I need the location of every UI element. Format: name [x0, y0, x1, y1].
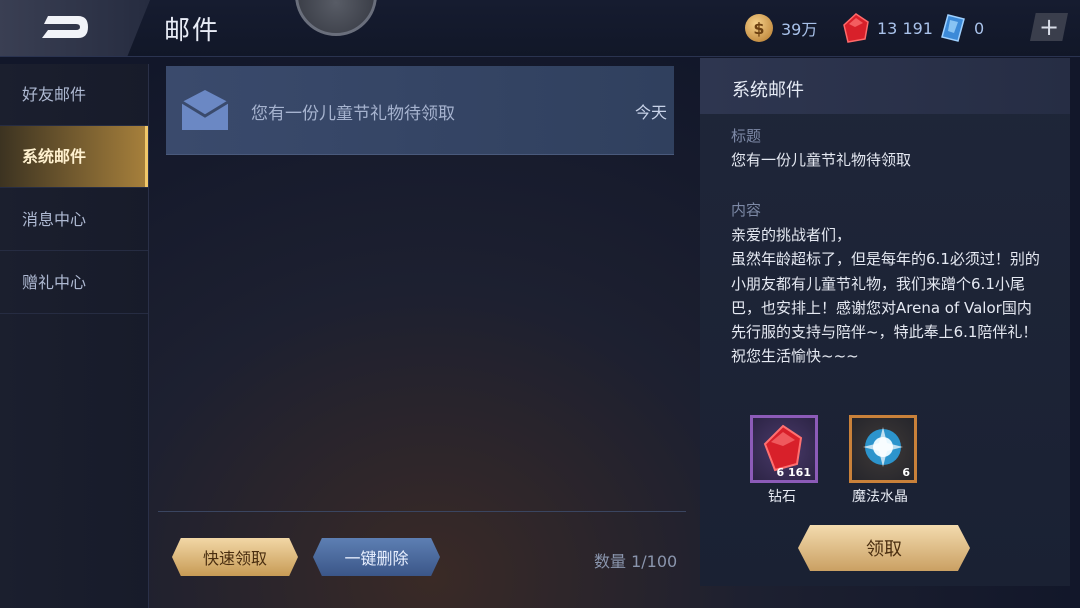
claim-button[interactable]: 领取 [798, 525, 970, 571]
delete-all-button[interactable]: 一键删除 [313, 538, 440, 576]
mail-count: 数量 1/100 [594, 552, 678, 571]
quick-claim-button[interactable]: 快速领取 [172, 538, 298, 576]
gold-coin-icon: $ [745, 14, 773, 42]
mail-detail-panel: 系统邮件 标题 您有一份儿童节礼物待领取 内容 亲爱的挑战者们， 虽然年龄超标了… [700, 58, 1070, 586]
detail-subject: 您有一份儿童节礼物待领取 [731, 151, 912, 169]
page-title: 邮件 [164, 16, 221, 46]
gold-amount: 39万 [781, 20, 818, 39]
ruby-icon [843, 13, 869, 43]
sidebar-item-gift-center[interactable]: 赠礼中心 [0, 252, 148, 314]
add-currency-button[interactable]: + [1030, 13, 1068, 41]
voucher-crystal-icon [941, 14, 965, 42]
reward-magic-crystal[interactable]: 6 [849, 415, 917, 483]
back-arrow-icon [42, 16, 88, 38]
reward-ruby-name: 钻石 [768, 489, 796, 505]
mail-list-item[interactable]: 您有一份儿童节礼物待领取 今天 [166, 66, 674, 155]
envelope-icon [181, 90, 229, 130]
reward-ruby-quantity: 6 161 [776, 466, 811, 479]
sidebar: 好友邮件 系统邮件 消息中心 赠礼中心 [0, 64, 149, 608]
detail-title: 系统邮件 [732, 80, 804, 101]
ruby-amount: 13 191 [877, 18, 933, 38]
content-label: 内容 [731, 201, 762, 219]
divider [158, 511, 686, 512]
crystal-amount: 0 [974, 18, 985, 38]
mail-subject: 您有一份儿童节礼物待领取 [251, 104, 455, 124]
ruby-currency: 13 191 [843, 12, 933, 44]
reward-ruby[interactable]: 6 161 [750, 415, 818, 483]
sidebar-item-message-center[interactable]: 消息中心 [0, 189, 148, 251]
mail-date: 今天 [634, 103, 667, 122]
gold-currency: $ 39万 [745, 12, 817, 44]
sidebar-item-system-mail[interactable]: 系统邮件 [0, 126, 148, 188]
crystal-currency: 0 [940, 12, 984, 44]
back-button[interactable] [0, 0, 150, 56]
reward-crystal-quantity: 6 [902, 466, 910, 479]
sidebar-item-friend-mail[interactable]: 好友邮件 [0, 64, 148, 126]
reward-crystal-name: 魔法水晶 [852, 489, 908, 505]
detail-header: 系统邮件 [700, 58, 1070, 114]
subject-label: 标题 [731, 127, 762, 145]
detail-body: 亲爱的挑战者们， 虽然年龄超标了，但是每年的6.1必须过！别的小朋友都有儿童节礼… [731, 226, 1040, 366]
